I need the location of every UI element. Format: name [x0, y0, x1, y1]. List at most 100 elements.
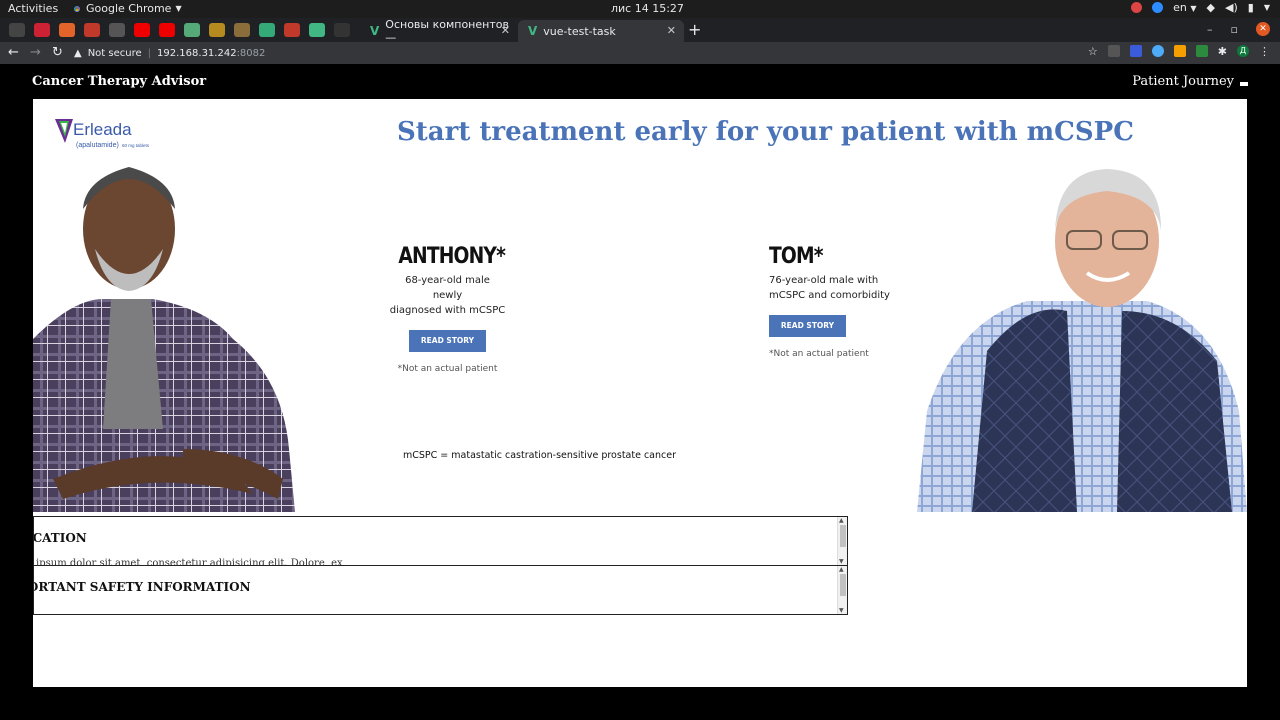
vue-icon: V	[528, 24, 538, 38]
safety-info-title: IMPORTANT SAFETY INFORMATION	[34, 580, 251, 594]
scrollbar-thumb[interactable]	[840, 574, 846, 596]
indication-box[interactable]: INDICATION Lorem ipsum dolor sit amet, c…	[33, 516, 848, 566]
tab-strip: V Основы компонентов — ✕ V vue-test-task…	[0, 18, 1280, 44]
bookmark-star-icon[interactable]: ☆	[1088, 45, 1098, 58]
scroll-down-icon[interactable]: ▼	[839, 558, 844, 565]
vue-icon: V	[370, 24, 380, 38]
profile-avatar[interactable]: Д	[1237, 45, 1249, 57]
anthony-photo	[33, 167, 295, 512]
patient-description: 76-year-old male with mCSPC and comorbid…	[769, 273, 949, 303]
reload-button[interactable]: ↻	[52, 45, 63, 60]
chrome-icon	[72, 3, 82, 14]
pinned-tab-icon[interactable]	[234, 23, 250, 37]
system-tray[interactable]: en ▼ ◆ ◀) ▮ ▼	[1131, 1, 1270, 14]
pinned-tab-icon[interactable]	[9, 23, 25, 37]
volume-icon: ◀)	[1225, 1, 1238, 14]
gnome-top-bar: Activities Google Chrome ▼ лис 14 15:27 …	[0, 0, 1280, 18]
url-port[interactable]: :8082	[237, 48, 266, 59]
scroll-down-icon[interactable]: ▼	[839, 607, 844, 614]
close-icon[interactable]: ✕	[667, 24, 676, 37]
activities-button[interactable]: Activities	[8, 2, 58, 15]
patient-journey-menu[interactable]: Patient Journey	[1132, 74, 1248, 89]
abbreviation-footnote: mCSPC = matastatic castration-sensitive …	[403, 450, 676, 461]
chrome-tray-icon[interactable]	[1131, 2, 1143, 13]
zoom-tray-icon[interactable]	[1152, 2, 1164, 13]
patient-card-tom: TOM* 76-year-old male with mCSPC and com…	[769, 244, 949, 359]
scrollbar-thumb[interactable]	[840, 525, 846, 547]
battery-icon: ▮	[1247, 1, 1254, 14]
language-label: en	[1173, 1, 1187, 14]
extension-icon[interactable]	[1195, 45, 1208, 57]
window-close-button[interactable]: ✕	[1256, 22, 1270, 36]
disclaimer-note: *Not an actual patient	[769, 349, 869, 359]
back-button[interactable]: ←	[8, 45, 19, 60]
scrollbar[interactable]: ▲ ▼	[837, 517, 847, 565]
pinned-tab-icon[interactable]	[109, 23, 125, 37]
extension-icon[interactable]	[1173, 45, 1186, 57]
address-bar[interactable]: ▲ Not secure | 192.168.31.242:8082	[74, 44, 1124, 62]
patient-description: 68-year-old male newly diagnosed with mC…	[389, 273, 506, 318]
gmail-icon[interactable]	[34, 23, 50, 37]
pinned-tab-icon[interactable]	[284, 23, 300, 37]
security-label[interactable]: Not secure	[88, 48, 142, 59]
pinned-tab-icon[interactable]	[259, 23, 275, 37]
menu-icon	[1240, 81, 1248, 86]
svg-text:60 mg tablets: 60 mg tablets	[122, 143, 150, 148]
pinned-tab-icon[interactable]	[84, 23, 100, 37]
warning-icon[interactable]: ▲	[74, 48, 82, 59]
url-host[interactable]: 192.168.31.242	[157, 48, 237, 59]
tab-label: Основы компонентов —	[385, 18, 509, 44]
pinned-tab-icon[interactable]	[184, 23, 200, 37]
clock[interactable]: лис 14 15:27	[611, 2, 684, 15]
patient-name: TOM*	[769, 244, 823, 269]
pinned-tab-icon[interactable]	[209, 23, 225, 37]
hero-panel: Erleada (apalutamide) 60 mg tablets Star…	[33, 99, 1247, 687]
restore-icon[interactable]: ▫	[1231, 23, 1238, 36]
scroll-up-icon[interactable]: ▲	[839, 517, 844, 524]
address-separator: |	[147, 47, 152, 59]
description-line: diagnosed with mCSPC	[389, 305, 506, 316]
app-menu[interactable]: Google Chrome ▼	[72, 2, 182, 15]
extensions-area: ☆ ✱ Д ⋮	[1088, 45, 1270, 58]
browser-toolbar: ← → ↻ ▲ Not secure | 192.168.31.242:8082…	[0, 42, 1280, 64]
chevron-down-icon: ▼	[1190, 4, 1197, 13]
forward-button[interactable]: →	[30, 45, 41, 60]
gitlab-icon[interactable]	[59, 23, 75, 37]
language-indicator[interactable]: en ▼	[1173, 1, 1196, 14]
pinned-tabs	[9, 23, 350, 37]
patient-journey-label: Patient Journey	[1132, 74, 1234, 89]
vue-devtools-icon[interactable]	[1107, 45, 1120, 57]
minimize-icon[interactable]: –	[1207, 23, 1213, 36]
scrollbar[interactable]: ▲ ▼	[837, 566, 847, 614]
app-menu-label: Google Chrome	[86, 2, 172, 15]
description-line: 68-year-old male newly	[405, 275, 490, 301]
tab-components[interactable]: V Основы компонентов — ✕	[360, 18, 518, 44]
read-story-button[interactable]: READ STORY	[409, 330, 486, 352]
window-controls: – ▫ ✕	[1207, 22, 1270, 36]
puzzle-icon[interactable]: ✱	[1218, 45, 1227, 58]
patient-name: ANTHONY*	[398, 244, 506, 269]
github-icon[interactable]	[334, 23, 350, 37]
scroll-up-icon[interactable]: ▲	[839, 566, 844, 573]
tom-photo	[917, 169, 1247, 512]
kebab-menu-icon[interactable]: ⋮	[1259, 45, 1270, 58]
new-tab-button[interactable]: +	[688, 20, 701, 39]
site-title[interactable]: Cancer Therapy Advisor	[32, 74, 206, 89]
indication-title: INDICATION	[33, 531, 87, 545]
close-icon[interactable]: ✕	[501, 24, 510, 37]
extension-icon[interactable]	[1151, 45, 1164, 57]
svg-text:Erleada: Erleada	[73, 120, 132, 139]
youtube-icon[interactable]	[134, 23, 150, 37]
page: Cancer Therapy Advisor Patient Journey E…	[0, 64, 1280, 720]
vue-icon[interactable]	[309, 23, 325, 37]
chevron-down-icon: ▼	[1263, 3, 1270, 12]
youtube-icon[interactable]	[159, 23, 175, 37]
description-line: mCSPC and comorbidity	[769, 290, 890, 301]
read-story-button[interactable]: READ STORY	[769, 315, 846, 337]
page-headline: Start treatment early for your patient w…	[397, 117, 1134, 147]
description-line: 76-year-old male with	[769, 275, 879, 286]
svg-text:(apalutamide): (apalutamide)	[76, 142, 119, 149]
tab-vue-test-task[interactable]: V vue-test-task ✕	[518, 20, 684, 42]
extension-icon[interactable]	[1129, 45, 1142, 57]
safety-info-box[interactable]: IMPORTANT SAFETY INFORMATION ▲ ▼	[33, 565, 848, 615]
